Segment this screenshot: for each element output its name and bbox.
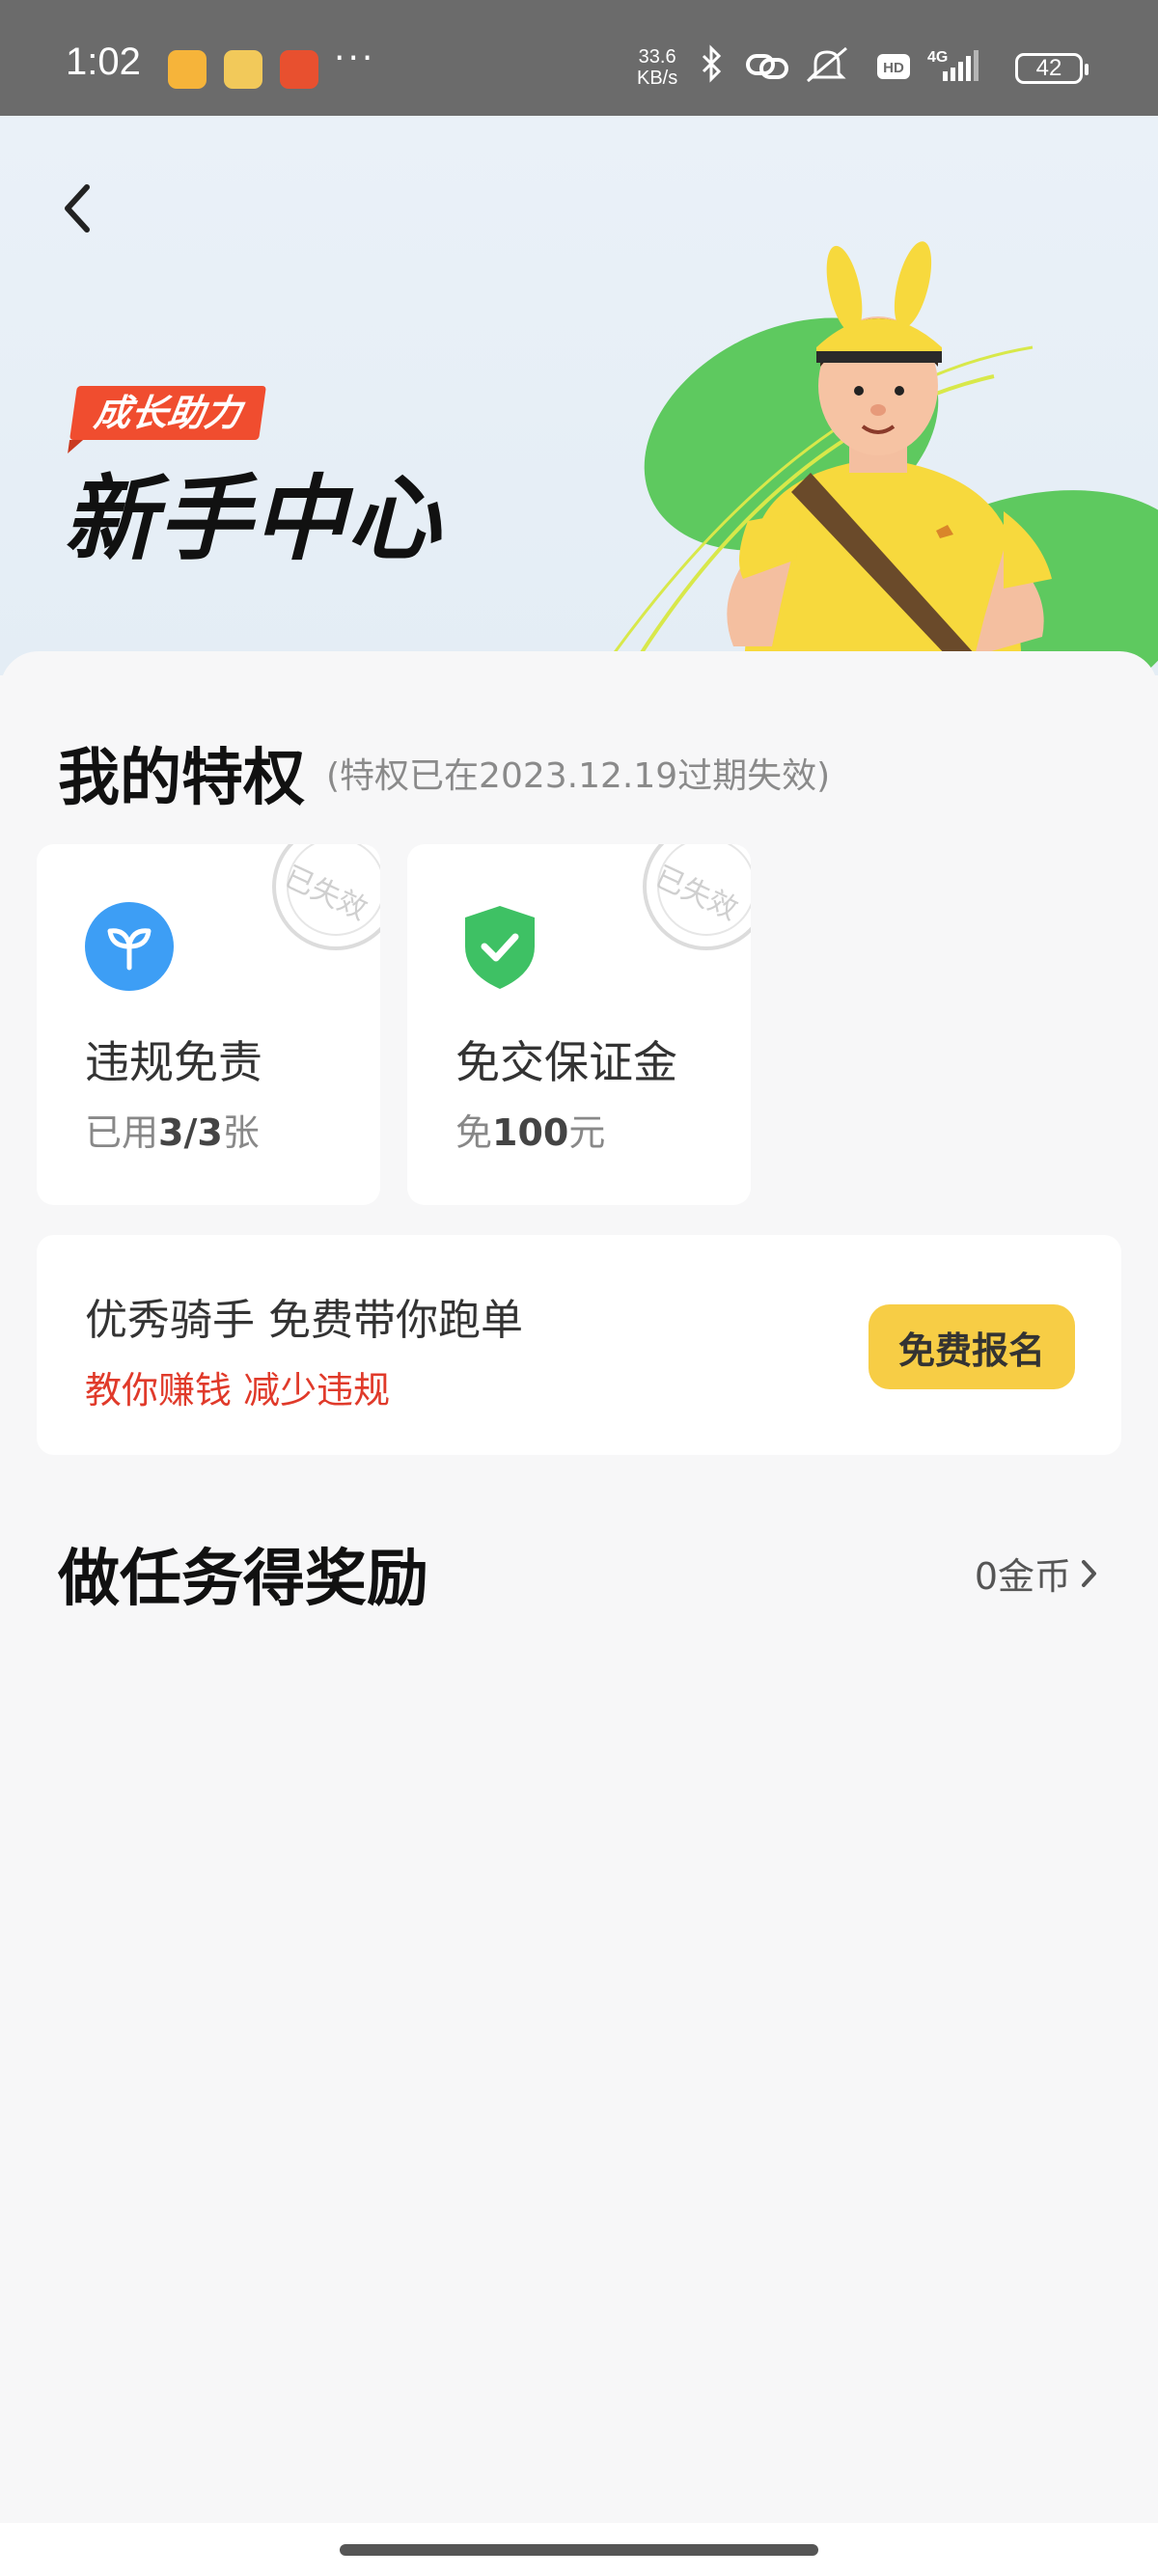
content-sheet: 我的特权 (特权已在2023.12.19过期失效) 已失效 违规免责 已用3/3…	[0, 651, 1158, 2523]
mute-icon	[807, 46, 847, 83]
privilege-amount: 免100元	[455, 1103, 605, 1156]
network-speed-unit: KB/s	[637, 68, 678, 89]
status-icons: HD 4G	[702, 44, 979, 83]
sprout-icon	[85, 902, 174, 991]
privileges-expiry-note: (特权已在2023.12.19过期失效)	[326, 756, 831, 796]
privilege-name: 免交保证金	[455, 1036, 677, 1088]
back-arrow-icon[interactable]	[56, 174, 104, 241]
privileges-title: 我的特权	[58, 743, 305, 814]
network-speed: 33.6 KB/s	[637, 46, 677, 89]
more-notifications-icon: ···	[334, 39, 376, 78]
promo-subtitle: 教你赚钱 减少违规	[85, 1369, 391, 1411]
coins-link[interactable]: 0金币	[975, 1547, 1100, 1600]
courier-mascot-illustration	[596, 241, 1158, 675]
privilege-usage-suffix: 张	[222, 1111, 260, 1154]
signal-icon: 4G	[927, 49, 979, 81]
privilege-usage: 已用3/3张	[85, 1103, 260, 1156]
privilege-card-deposit-waiver[interactable]: 已失效 免交保证金 免100元	[407, 844, 751, 1205]
header-banner: 成长助力 新手中心	[0, 116, 1158, 675]
chevron-right-icon	[1082, 1559, 1096, 1587]
banner-tag: 成长助力	[69, 386, 266, 440]
privilege-usage-prefix: 已用	[85, 1111, 159, 1154]
privilege-amount-value: 100	[492, 1111, 569, 1154]
page-title: 新手中心	[64, 465, 442, 573]
privilege-usage-value: 3/3	[158, 1111, 223, 1154]
status-bar: 1:02 ··· 33.6 KB/s HD 4G 42	[0, 0, 1158, 116]
svg-text:HD: HD	[883, 60, 904, 76]
link-icon	[746, 54, 788, 79]
tasks-title: 做任务得奖励	[58, 1544, 428, 1615]
network-speed-value: 33.6	[638, 46, 676, 68]
status-time: 1:02	[66, 41, 141, 83]
hd-icon: HD	[877, 54, 910, 79]
home-indicator[interactable]	[340, 2544, 818, 2556]
shield-check-icon	[465, 906, 535, 989]
privilege-amount-prefix: 免	[455, 1111, 493, 1154]
coins-balance: 0金币	[974, 1555, 1071, 1598]
battery-indicator: 42	[1015, 53, 1089, 84]
free-signup-button[interactable]: 免费报名	[868, 1304, 1075, 1389]
network-type: 4G	[927, 49, 948, 66]
promo-title: 优秀骑手 免费带你跑单	[85, 1296, 523, 1345]
mentor-promo-card: 优秀骑手 免费带你跑单 教你赚钱 减少违规 免费报名	[37, 1235, 1121, 1455]
shopping-app-icon	[280, 50, 318, 89]
bluetooth-icon	[702, 44, 722, 83]
gallery-app-icon	[224, 50, 262, 89]
privilege-name: 违规免责	[85, 1036, 262, 1088]
notes-app-icon	[168, 50, 207, 89]
privilege-amount-suffix: 元	[568, 1111, 606, 1154]
privilege-card-violation-waiver[interactable]: 已失效 违规免责 已用3/3张	[37, 844, 380, 1205]
